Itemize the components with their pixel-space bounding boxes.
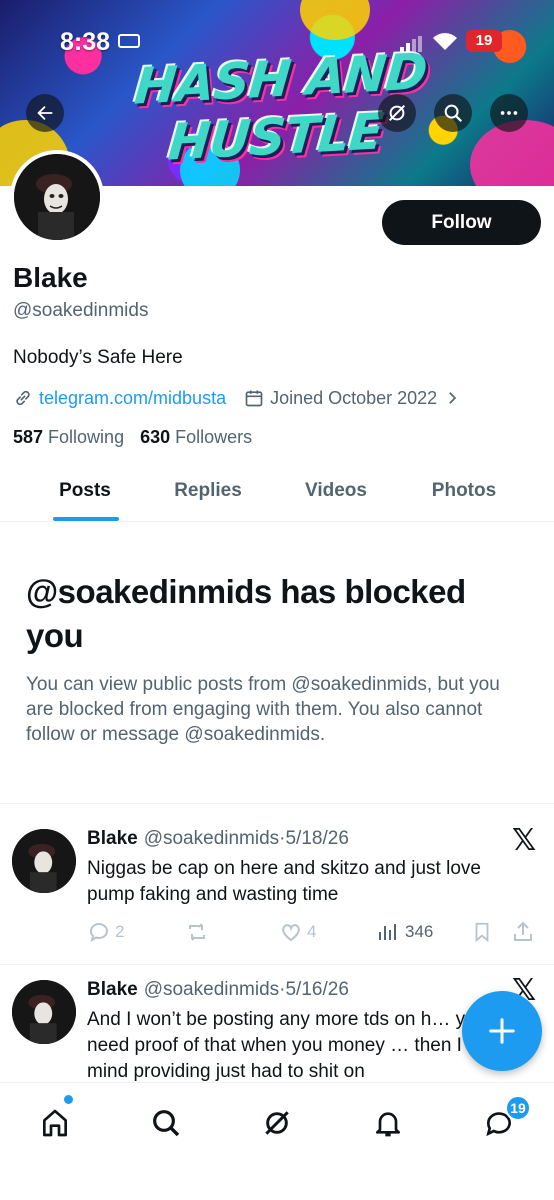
active-tab-indicator — [53, 517, 119, 521]
bottom-navigation: 19 — [0, 1082, 554, 1200]
bell-icon — [376, 1112, 400, 1137]
following-count-link[interactable]: 587 Following — [13, 427, 124, 448]
follow-counts: 587 Following 630 Followers — [13, 427, 268, 448]
x-logo-icon: 𝕏 — [512, 823, 537, 858]
profile-link[interactable]: telegram.com/midbusta — [39, 388, 226, 409]
post-avatar[interactable] — [12, 980, 76, 1044]
plus-icon — [489, 1018, 515, 1044]
heart-icon — [282, 924, 300, 942]
status-bar: 8:38 19 — [0, 28, 554, 58]
grok-icon — [388, 104, 406, 122]
profile-handle: @soakedinmids — [13, 300, 149, 321]
search-icon — [153, 1110, 180, 1137]
post-avatar[interactable] — [12, 829, 76, 893]
view-count: 346 — [405, 922, 434, 941]
calendar-icon — [245, 390, 263, 407]
search-icon — [444, 104, 463, 123]
blocked-notice-title: @soakedinmids has blocked you — [26, 573, 466, 654]
follow-button[interactable]: Follow — [382, 200, 541, 245]
sim-card-icon — [118, 34, 140, 48]
avatar-image — [12, 980, 76, 1044]
back-button[interactable] — [26, 94, 64, 132]
post-author-name[interactable]: Blake — [87, 979, 138, 1001]
home-icon — [43, 1109, 67, 1137]
profile-meta: telegram.com/midbusta Joined October 202… — [13, 386, 461, 410]
grok-button[interactable] — [378, 94, 416, 132]
tab-photos[interactable]: Photos — [426, 468, 502, 521]
profile-avatar[interactable] — [10, 150, 104, 244]
post-header: Blake @soakedinmids·5/16/26 — [87, 979, 349, 1001]
following-count: 587 — [13, 427, 44, 447]
post-actions: 2 4 346 — [87, 920, 537, 946]
followers-count-link[interactable]: 630 Followers — [140, 427, 252, 448]
divider — [0, 803, 554, 804]
profile-joined-date: Joined October 2022 — [270, 387, 438, 408]
like-button[interactable]: 4 — [279, 920, 316, 944]
reply-button[interactable]: 2 — [87, 920, 124, 944]
repost-icon — [189, 923, 205, 941]
bookmark-button[interactable] — [471, 920, 493, 944]
profile-bio: Nobody’s Safe Here — [13, 347, 183, 368]
post-handle-date[interactable]: @soakedinmids·5/16/26 — [144, 979, 349, 1001]
post-author-name[interactable]: Blake — [87, 828, 138, 850]
signal-icon — [400, 36, 422, 52]
messages-badge: 19 — [505, 1095, 531, 1121]
link-icon — [16, 390, 30, 406]
status-time: 8:38 — [60, 28, 111, 56]
blocked-notice-body: You can view public posts from @soakedin… — [26, 674, 500, 745]
views-chart-icon — [379, 924, 396, 940]
share-icon — [514, 921, 532, 941]
bookmark-icon — [475, 922, 489, 943]
repost-button[interactable] — [185, 920, 209, 944]
profile-display-name: Blake — [13, 262, 88, 293]
profile-tabs: Posts Replies Videos Photos — [0, 468, 554, 522]
followers-label: Followers — [175, 427, 253, 447]
nav-search[interactable] — [144, 1101, 188, 1145]
views-button[interactable]: 346 — [375, 920, 433, 944]
post-text[interactable]: And I won’t be posting any more tds on h… — [87, 1007, 527, 1083]
avatar-image — [12, 829, 76, 893]
post-header: Blake @soakedinmids·5/18/26 — [87, 828, 349, 850]
arrow-left-icon — [37, 105, 53, 121]
like-count: 4 — [307, 922, 317, 941]
following-label: Following — [48, 427, 125, 447]
wifi-icon — [433, 33, 457, 50]
post-handle-date[interactable]: @soakedinmids·5/18/26 — [144, 828, 349, 850]
search-button[interactable] — [434, 94, 472, 132]
tab-posts[interactable]: Posts — [0, 468, 170, 521]
nav-grok[interactable] — [255, 1101, 299, 1145]
reply-count: 2 — [115, 922, 125, 941]
compose-post-button[interactable] — [462, 991, 542, 1071]
post-text[interactable]: Niggas be cap on here and skitzo and jus… — [87, 856, 527, 908]
banner-graffiti-title: HASH AND HUSTLE — [132, 42, 429, 172]
home-notification-dot — [64, 1095, 73, 1104]
tab-replies[interactable]: Replies — [170, 468, 246, 521]
chevron-right-icon[interactable] — [443, 389, 461, 407]
grok-icon — [265, 1111, 289, 1135]
battery-indicator: 19 — [466, 30, 502, 52]
share-button[interactable] — [511, 920, 535, 944]
avatar-image — [14, 154, 100, 240]
tab-videos[interactable]: Videos — [246, 468, 426, 521]
nav-home[interactable] — [33, 1101, 77, 1145]
followers-count: 630 — [140, 427, 171, 447]
reply-icon — [90, 923, 108, 943]
more-dots-icon — [500, 111, 518, 115]
divider — [0, 964, 554, 965]
more-options-button[interactable] — [490, 94, 528, 132]
nav-notifications[interactable] — [366, 1101, 410, 1145]
